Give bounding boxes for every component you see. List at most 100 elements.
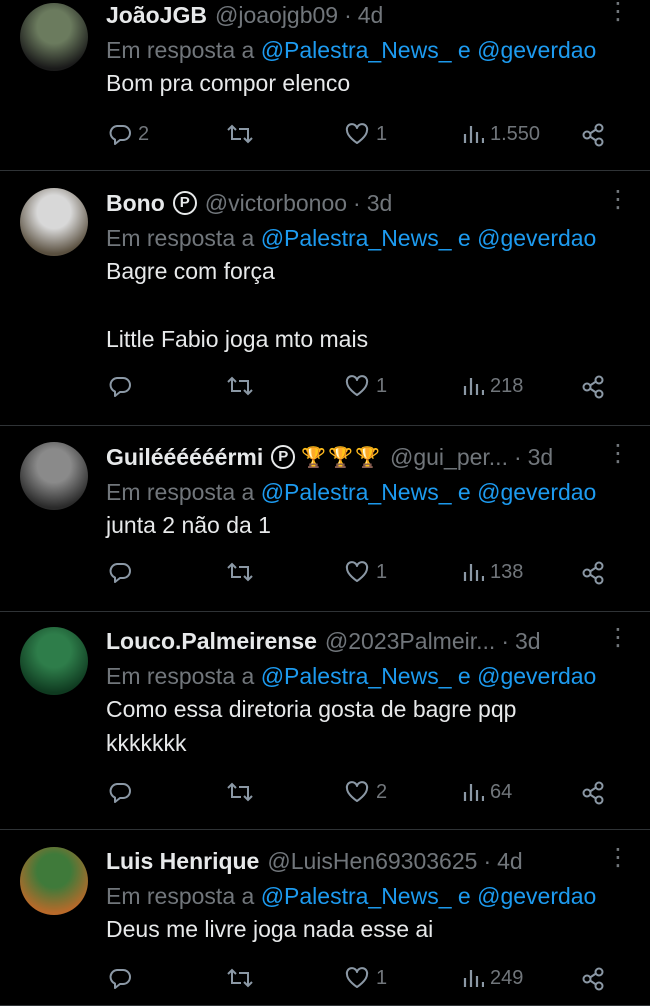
heart-icon [344,374,370,398]
reply-icon [108,122,132,146]
avatar[interactable] [20,847,88,915]
author-name[interactable]: Bono [106,190,165,217]
retweet-button[interactable] [226,374,260,398]
share-button[interactable] [580,122,606,148]
views-button[interactable]: 218 [462,374,523,398]
views-button[interactable]: 138 [462,560,523,584]
timestamp[interactable]: 4d [497,848,523,875]
share-button[interactable] [580,374,606,400]
tweet[interactable]: Luis Henrique @LuisHen69303625 · 4d ⋮ Em… [0,830,650,1006]
views-button[interactable]: 64 [462,780,512,804]
like-button[interactable]: 1 [344,374,387,398]
mention-link[interactable]: @Palestra_News_ [261,883,452,909]
mention-link[interactable]: @geverdao [477,37,596,63]
share-button[interactable] [580,966,606,992]
tweet[interactable]: Louco.Palmeirense @2023Palmeir... · 3d ⋮… [0,612,650,830]
reply-icon [108,780,132,804]
separator-dot: · [483,847,492,874]
retweet-button[interactable] [226,780,260,804]
timestamp[interactable]: 4d [358,2,384,29]
more-options-icon[interactable]: ⋮ [606,442,630,466]
tweet-text: Deus me livre joga nada esse ai [106,916,434,942]
action-bar: 1 138 [0,560,650,596]
mention-link[interactable]: @Palestra_News_ [261,479,452,505]
retweet-icon [226,374,254,398]
heart-icon [344,966,370,990]
author-name[interactable]: Louco.Palmeirense [106,628,317,655]
verified-badge-icon: P [271,445,296,469]
share-button[interactable] [580,560,606,586]
reply-context: Em resposta a @Palestra_News_ e @geverda… [106,660,630,692]
tweet[interactable]: Bono P @victorbonoo · 3d ⋮ Em resposta a… [0,171,650,426]
timestamp[interactable]: 3d [515,628,541,655]
tweet-text: junta 2 não da 1 [106,512,271,538]
avatar[interactable] [20,627,88,695]
retweet-icon [226,122,254,146]
author-handle[interactable]: @gui_per... [390,444,508,471]
timestamp[interactable]: 3d [528,444,554,471]
more-options-icon[interactable]: ⋮ [606,0,630,24]
verified-badge-icon: P [172,191,197,215]
reply-button[interactable]: 2 [108,122,149,146]
more-options-icon[interactable]: ⋮ [606,846,630,870]
reply-prefix: Em resposta a [106,663,255,689]
reply-button[interactable] [108,966,138,990]
reply-button[interactable] [108,374,138,398]
reply-icon [108,966,132,990]
author-handle[interactable]: @joaojgb09 [215,2,338,29]
views-button[interactable]: 249 [462,966,523,990]
like-button[interactable]: 1 [344,560,387,584]
reply-prefix: Em resposta a [106,37,255,63]
reply-icon [108,560,132,584]
separator-dot: · [353,189,361,216]
author-name[interactable]: Guiléééééérmi [106,444,263,471]
mention-link[interactable]: @Palestra_News_ [261,225,452,251]
author-handle[interactable]: @LuisHen69303625 [267,848,477,875]
mention-link[interactable]: @Palestra_News_ [261,663,452,689]
timestamp[interactable]: 3d [367,190,393,217]
view-count: 64 [490,780,513,803]
avatar[interactable] [20,188,88,256]
author-name[interactable]: JoãoJGB [106,2,207,29]
like-count: 1 [376,122,388,145]
mention-link[interactable]: @Palestra_News_ [261,37,452,63]
mention-link[interactable]: @geverdao [477,479,596,505]
author-handle[interactable]: @2023Palmeir... [325,628,495,655]
reply-context: Em resposta a @Palestra_News_ e @geverda… [106,476,630,508]
like-button[interactable]: 1 [344,122,387,146]
views-button[interactable]: 1.550 [462,122,540,146]
retweet-icon [226,780,254,804]
mention-link[interactable]: @geverdao [477,883,596,909]
share-icon [580,374,606,400]
mention-link[interactable]: @geverdao [477,663,596,689]
view-count: 1.550 [490,122,541,145]
separator-dot: · [513,443,522,470]
tweet[interactable]: JoãoJGB @joaojgb09 · 4d ⋮ Em resposta a … [0,0,650,171]
more-options-icon[interactable]: ⋮ [606,188,630,212]
avatar[interactable] [20,442,88,510]
reply-prefix: Em resposta a [106,479,255,505]
avatar[interactable] [20,3,88,71]
mention-link[interactable]: @geverdao [477,225,596,251]
author-handle[interactable]: @victorbonoo [205,190,347,217]
view-count: 138 [490,560,524,583]
share-button[interactable] [580,780,606,806]
reply-button[interactable] [108,560,138,584]
reply-button[interactable] [108,780,138,804]
heart-icon [344,122,370,146]
tweet-text: Bom pra compor elenco [106,70,351,96]
heart-icon [344,780,370,804]
like-button[interactable]: 1 [344,966,387,990]
retweet-icon [226,966,254,990]
views-chart-icon [462,560,484,584]
tweet[interactable]: Guiléééééérmi P 🏆🏆🏆 @gui_per... · 3d ⋮ E… [0,426,650,612]
retweet-button[interactable] [226,560,260,584]
author-name[interactable]: Luis Henrique [106,848,259,875]
retweet-button[interactable] [226,122,260,146]
action-bar: 2 64 [0,780,650,816]
action-bar: 2 1 1.550 [0,122,650,158]
like-button[interactable]: 2 [344,780,387,804]
retweet-button[interactable] [226,966,260,990]
heart-icon [344,560,370,584]
more-options-icon[interactable]: ⋮ [606,626,630,650]
